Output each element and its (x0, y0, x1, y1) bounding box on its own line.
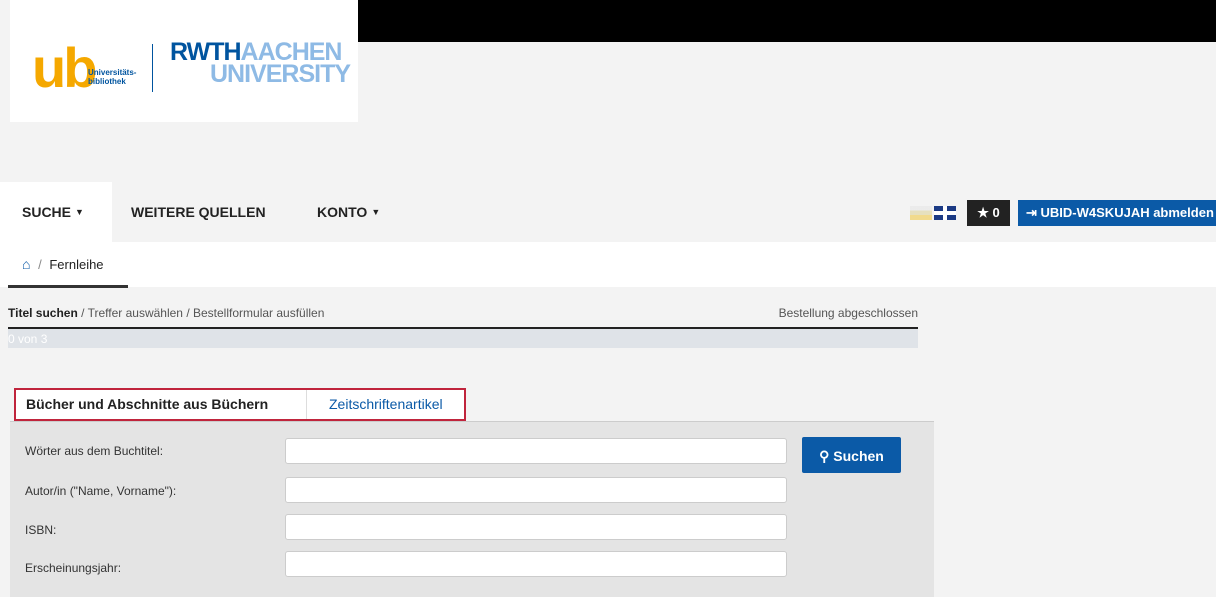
breadcrumb: ⌂ / Fernleihe (22, 256, 104, 272)
logout-icon: ⇥ (1026, 205, 1037, 220)
ub-logo-text: Universitäts- bibliothek (88, 68, 136, 86)
rwth-logo-university: UNIVERSITY (210, 60, 351, 88)
step-fill-form: Bestellformular ausfüllen (193, 306, 325, 320)
search-icon: ⚲ (819, 448, 830, 464)
nav-item-konto-label: KONTO (317, 204, 368, 220)
nav-item-suche-label: SUCHE (22, 204, 72, 220)
ub-logo-line1: Universitäts- (88, 68, 137, 77)
search-button[interactable]: ⚲ Suchen (802, 437, 901, 473)
progress-bar (8, 329, 918, 348)
title-input[interactable] (285, 438, 787, 464)
author-label: Autor/in ("Name, Vorname"): (25, 484, 177, 498)
caret-down-icon: ▼ (371, 207, 381, 217)
title-label: Wörter aus dem Buchtitel: (25, 444, 164, 458)
isbn-input[interactable] (285, 514, 787, 540)
progress-text: 0 von 3 (8, 332, 48, 346)
logout-button[interactable]: ⇥ UBID-W4SKUJAH abmelden (1018, 200, 1216, 226)
home-icon[interactable]: ⌂ (22, 256, 30, 272)
step-order-complete: Bestellung abgeschlossen (778, 306, 918, 320)
breadcrumb-current: Fernleihe (49, 257, 104, 272)
tabs-highlight-box (14, 388, 466, 421)
breadcrumb-underline (8, 285, 128, 288)
star-icon: ★ (977, 205, 989, 220)
top-black-bar (358, 0, 1216, 42)
caret-down-icon: ▼ (75, 207, 84, 217)
author-input[interactable] (285, 477, 787, 503)
logo-divider (152, 44, 153, 92)
ub-logo: ub (32, 36, 97, 99)
nav-item-suche[interactable]: SUCHE ▼ (0, 182, 112, 242)
nav-item-weitere-quellen-label: WEITERE QUELLEN (131, 204, 266, 220)
nav-item-weitere-quellen[interactable]: WEITERE QUELLEN (131, 182, 266, 242)
logo-area[interactable]: ub Universitäts- bibliothek RWTHAACHEN U… (10, 0, 358, 122)
step-search-title: Titel suchen (8, 306, 78, 320)
ub-logo-line2: bibliothek (88, 77, 126, 86)
favorites-button[interactable]: ★ 0 (967, 200, 1010, 226)
search-button-label: Suchen (833, 448, 884, 464)
uk-flag-icon[interactable] (934, 206, 956, 220)
breadcrumb-separator: / (38, 257, 42, 272)
favorites-count: 0 (992, 205, 1000, 220)
year-input[interactable] (285, 551, 787, 577)
breadcrumb-bar (0, 242, 1216, 287)
logout-label: UBID-W4SKUJAH abmelden (1040, 205, 1214, 220)
order-steps: Titel suchen / Treffer auswählen / Beste… (8, 306, 918, 320)
german-flag-icon[interactable] (910, 206, 932, 220)
isbn-label: ISBN: (25, 523, 57, 537)
nav-item-konto[interactable]: KONTO ▼ (317, 182, 380, 242)
year-label: Erscheinungsjahr: (25, 561, 122, 575)
step-select-hit: Treffer auswählen (87, 306, 183, 320)
